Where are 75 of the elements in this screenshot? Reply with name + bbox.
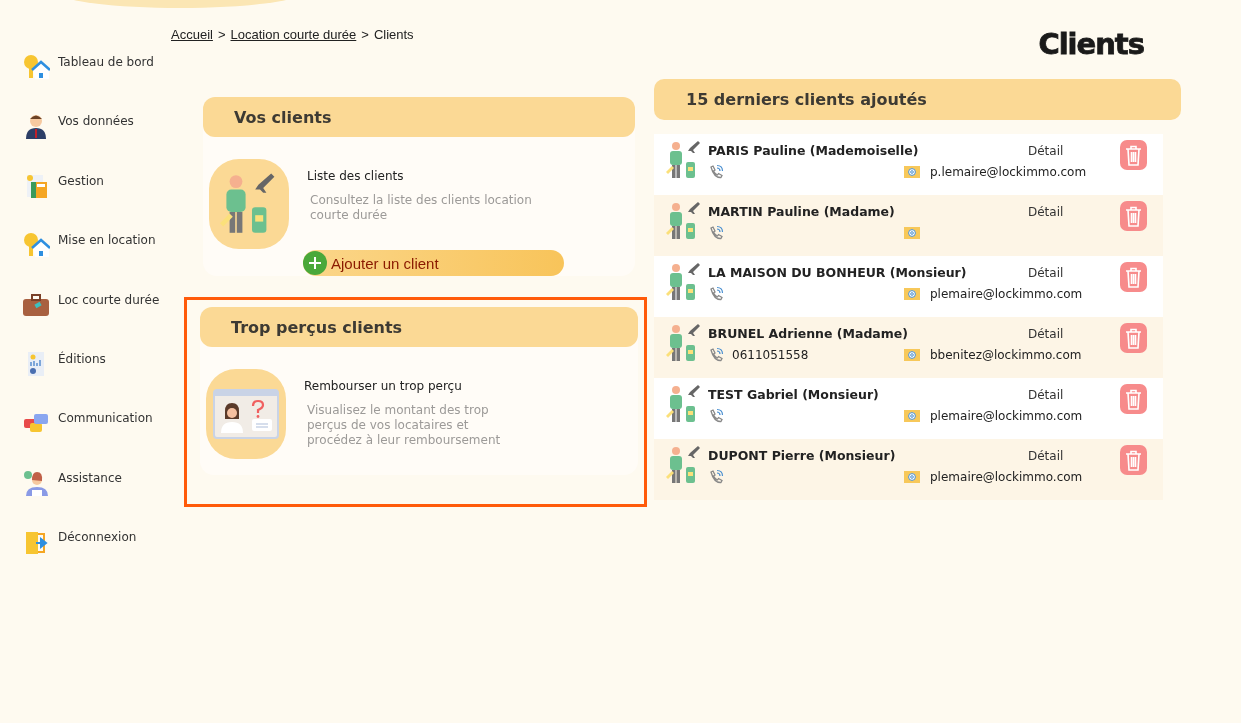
sidebar-item[interactable]: Vos données xyxy=(22,112,171,172)
detail-link[interactable]: Détail xyxy=(1028,448,1064,463)
email-icon xyxy=(904,226,920,239)
client-name: LA MAISON DU BONHEUR (Monsieur) xyxy=(708,265,968,280)
email-address: plemaire@lockimmo.com xyxy=(930,286,1083,301)
sidebar-item[interactable]: Assistance xyxy=(22,468,171,529)
client-name: BRUNEL Adrienne (Madame) xyxy=(708,326,909,341)
breadcrumb-current: > xyxy=(361,27,369,44)
delete-button[interactable] xyxy=(1120,445,1147,475)
traveler-icon xyxy=(666,140,702,180)
breadcrumb-current: > xyxy=(217,27,226,44)
sidebar-item[interactable]: Mise en location xyxy=(22,231,171,291)
email-address: bbenitez@lockimmo.com xyxy=(930,347,1082,362)
phone-icon xyxy=(708,285,724,302)
trash-icon xyxy=(1125,205,1142,227)
client-name: PARIS Pauline (Mademoiselle) xyxy=(708,143,920,158)
sidebar-item[interactable]: Déconnexion xyxy=(22,528,171,588)
traveler-icon xyxy=(666,384,702,424)
email-icon xyxy=(904,165,920,178)
card-link[interactable]: Liste des clients xyxy=(307,169,555,183)
support-agent-icon xyxy=(213,389,279,439)
card-description: Consultez la liste des clients location courte durée xyxy=(310,193,533,223)
card-header: Trop perçus clients xyxy=(200,307,638,347)
client-name: DUPONT Pierre (Monsieur) xyxy=(708,448,897,463)
email-address: p.lemaire@lockimmo.com xyxy=(930,164,1087,179)
card-link[interactable]: Rembourser un trop perçu xyxy=(304,379,507,393)
delete-button[interactable] xyxy=(1120,201,1147,231)
traveler-icon xyxy=(666,201,702,241)
detail-link[interactable]: Détail xyxy=(1028,326,1064,341)
delete-button[interactable] xyxy=(1120,384,1147,414)
sidebar-item[interactable]: Éditions xyxy=(22,349,171,410)
support-icon xyxy=(22,468,50,497)
trash-icon xyxy=(1125,449,1142,471)
page-title: Clients xyxy=(1038,27,1144,63)
breadcrumb-current: Clients xyxy=(373,27,414,44)
client-name: TEST Gabriel (Monsieur) xyxy=(708,387,880,402)
traveler-icon xyxy=(666,323,702,363)
card-header: Vos clients xyxy=(203,97,635,137)
email-icon xyxy=(904,470,920,483)
trash-icon xyxy=(1125,327,1142,349)
trash-icon xyxy=(1125,388,1142,410)
email-icon xyxy=(904,409,920,422)
sidebar-item[interactable]: Loc courte durée xyxy=(22,290,171,350)
key-house-icon xyxy=(22,53,50,81)
phone-number: 0611051558 xyxy=(732,347,810,362)
trash-icon xyxy=(1125,266,1142,288)
breadcrumb-link[interactable]: Accueil xyxy=(171,27,213,79)
delete-button[interactable] xyxy=(1120,140,1147,170)
phone-icon xyxy=(708,468,724,485)
card-description: Visualisez le montant des trop perçus de vos locataires et procédez à leur remboursement xyxy=(307,403,502,448)
section-header: 15 derniers clients ajoutés xyxy=(654,79,1181,120)
phone-icon xyxy=(708,224,724,241)
key-house-icon xyxy=(22,231,50,260)
phone-icon xyxy=(708,346,724,363)
delete-button[interactable] xyxy=(1120,262,1147,292)
phone-icon xyxy=(708,407,724,424)
phone-icon xyxy=(708,163,724,180)
detail-link[interactable]: Détail xyxy=(1028,143,1064,158)
email-address: plemaire@lockimmo.com xyxy=(930,469,1083,484)
email-address: plemaire@lockimmo.com xyxy=(930,408,1083,423)
delete-button[interactable] xyxy=(1120,323,1147,353)
detail-link[interactable]: Détail xyxy=(1028,204,1064,219)
sidebar-item[interactable]: Tableau de bord xyxy=(22,53,171,113)
traveler-icon xyxy=(666,445,702,485)
add-client-button[interactable]: Ajouter un client xyxy=(303,250,564,276)
trash-icon xyxy=(1125,144,1142,166)
breadcrumb-link[interactable]: Location courte durée xyxy=(230,27,357,79)
detail-link[interactable]: Détail xyxy=(1028,265,1064,280)
email-icon xyxy=(904,287,920,300)
email-icon xyxy=(904,348,920,361)
sidebar-item[interactable]: Communication xyxy=(22,409,171,469)
client-name: MARTIN Pauline (Madame) xyxy=(708,204,896,219)
sidebar-item[interactable]: Gestion xyxy=(22,171,171,232)
traveler-icon xyxy=(666,262,702,302)
detail-link[interactable]: Détail xyxy=(1028,387,1064,402)
